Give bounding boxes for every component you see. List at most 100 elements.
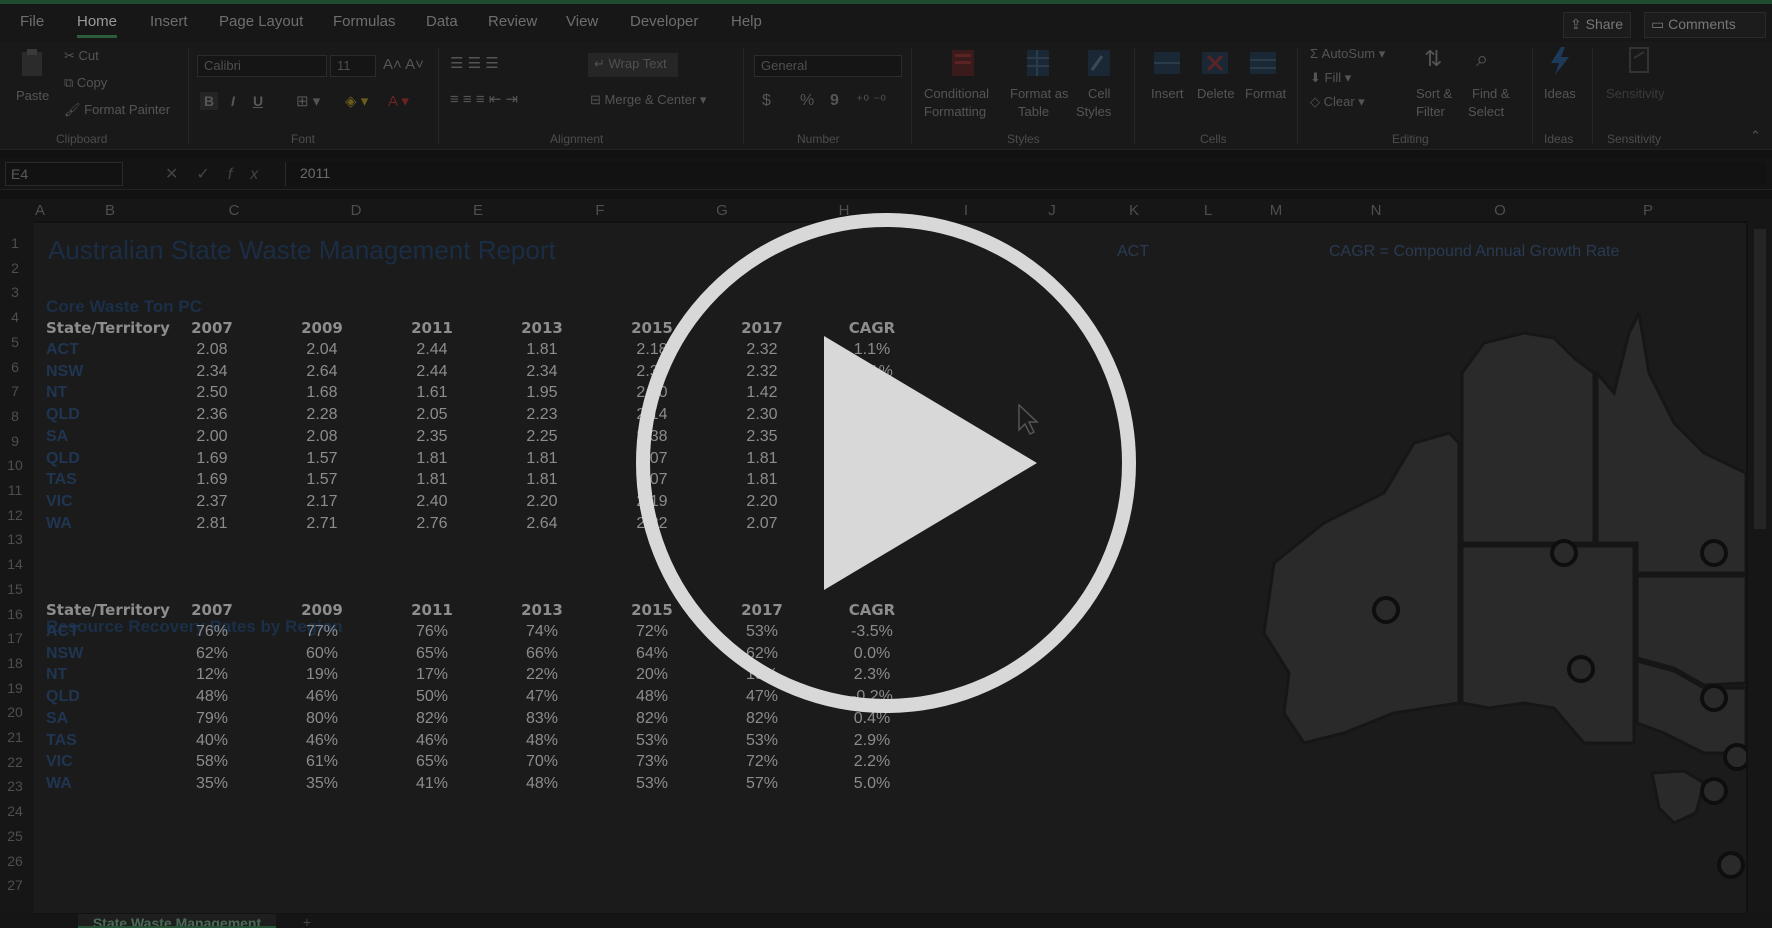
- number-format-select[interactable]: General: [754, 55, 902, 77]
- delete-cells-label[interactable]: Delete: [1197, 86, 1235, 101]
- table-header-cell[interactable]: 2013: [502, 319, 582, 337]
- value-cell[interactable]: 41%: [392, 775, 472, 793]
- tab-insert[interactable]: Insert: [150, 13, 188, 30]
- sa-region[interactable]: [1460, 544, 1636, 745]
- cell-label[interactable]: Cell: [1088, 86, 1110, 101]
- column-header[interactable]: D: [326, 202, 386, 219]
- conditional-formatting-icon[interactable]: [946, 48, 980, 78]
- value-cell[interactable]: 82%: [722, 710, 802, 728]
- delete-cells-icon[interactable]: [1198, 48, 1232, 78]
- value-cell[interactable]: 1.57: [282, 450, 362, 468]
- row-header[interactable]: 24: [0, 803, 30, 819]
- value-cell[interactable]: 46%: [282, 688, 362, 706]
- tab-home[interactable]: Home: [77, 13, 118, 38]
- value-cell[interactable]: 1.61: [392, 384, 472, 402]
- value-cell[interactable]: 1.81: [502, 471, 582, 489]
- value-cell[interactable]: 2.37: [172, 493, 252, 511]
- value-cell[interactable]: 2.50: [172, 384, 252, 402]
- grow-font-icon[interactable]: A˄ A˅: [383, 56, 424, 73]
- value-cell[interactable]: 2.17: [282, 493, 362, 511]
- value-cell[interactable]: 2.71: [282, 515, 362, 533]
- wa-map-marker[interactable]: [1372, 596, 1400, 624]
- value-cell[interactable]: 2.34: [502, 363, 582, 381]
- value-cell[interactable]: 2.00: [172, 428, 252, 446]
- state-name-cell[interactable]: NT: [46, 384, 67, 402]
- row-header[interactable]: 1: [0, 235, 30, 251]
- column-header[interactable]: M: [1246, 202, 1306, 219]
- row-header[interactable]: 8: [0, 408, 30, 424]
- italic-button[interactable]: I: [224, 92, 242, 110]
- row-header[interactable]: 23: [0, 778, 30, 794]
- row-header[interactable]: 11: [0, 482, 30, 498]
- value-cell[interactable]: 48%: [502, 775, 582, 793]
- value-cell[interactable]: 2.36: [172, 406, 252, 424]
- value-cell[interactable]: 46%: [282, 732, 362, 750]
- value-cell[interactable]: 22%: [502, 666, 582, 684]
- column-header[interactable]: O: [1470, 202, 1530, 219]
- table-header-cell[interactable]: 2009: [282, 601, 362, 619]
- percent-button[interactable]: %: [800, 92, 814, 110]
- sort-filter-icon[interactable]: ⇅: [1424, 46, 1442, 72]
- value-cell[interactable]: 77%: [282, 623, 362, 641]
- formula-input[interactable]: 2011: [285, 162, 1766, 186]
- format-cells-icon[interactable]: [1246, 48, 1280, 78]
- value-cell[interactable]: 58%: [172, 753, 252, 771]
- nt-region[interactable]: [1460, 331, 1596, 545]
- state-name-cell[interactable]: NT: [46, 666, 67, 684]
- value-cell[interactable]: 53%: [722, 732, 802, 750]
- format-cells-label[interactable]: Format: [1245, 86, 1286, 101]
- currency-button[interactable]: $: [762, 92, 771, 110]
- underline-button[interactable]: U: [249, 92, 267, 110]
- value-cell[interactable]: 1.69: [172, 450, 252, 468]
- state-name-cell[interactable]: WA: [46, 515, 72, 533]
- column-header[interactable]: P: [1618, 202, 1678, 219]
- borders-icon[interactable]: ⊞ ▾: [296, 92, 320, 110]
- value-cell[interactable]: 70%: [502, 753, 582, 771]
- value-cell[interactable]: 47%: [502, 688, 582, 706]
- row-header[interactable]: 21: [0, 729, 30, 745]
- value-cell[interactable]: 82%: [392, 710, 472, 728]
- value-cell[interactable]: 76%: [172, 623, 252, 641]
- value-cell[interactable]: 40%: [172, 732, 252, 750]
- value-cell[interactable]: 1.81: [392, 471, 472, 489]
- row-header[interactable]: 13: [0, 531, 30, 547]
- tab-file[interactable]: File: [20, 13, 44, 30]
- value-cell[interactable]: 1.68: [282, 384, 362, 402]
- qld-region[interactable]: [1595, 313, 1746, 575]
- value-cell[interactable]: 35%: [172, 775, 252, 793]
- table-label[interactable]: Table: [1018, 104, 1049, 119]
- sheet-tab-state-waste[interactable]: State Waste Management: [78, 914, 276, 928]
- value-cell[interactable]: 2.08: [282, 428, 362, 446]
- ideas-button-label[interactable]: Ideas: [1544, 86, 1576, 101]
- value-cell[interactable]: 48%: [612, 688, 692, 706]
- table-header-cell[interactable]: 2011: [392, 601, 472, 619]
- value-cell[interactable]: 2.44: [392, 363, 472, 381]
- state-name-cell[interactable]: TAS: [46, 471, 77, 489]
- sa-map-marker[interactable]: [1567, 655, 1595, 683]
- cell-styles-label[interactable]: Styles: [1076, 104, 1111, 119]
- value-cell[interactable]: 2.81: [172, 515, 252, 533]
- find-select-icon[interactable]: ⌕: [1476, 46, 1488, 72]
- tab-page-layout[interactable]: Page Layout: [219, 13, 303, 30]
- value-cell[interactable]: 48%: [172, 688, 252, 706]
- insert-function-icon[interactable]: fx: [228, 166, 276, 183]
- vic-map-marker[interactable]: [1700, 777, 1728, 805]
- table-header-cell[interactable]: 2011: [392, 319, 472, 337]
- tab-developer[interactable]: Developer: [630, 13, 698, 30]
- table-header-cell[interactable]: 2009: [282, 319, 362, 337]
- wa-region[interactable]: [1262, 431, 1461, 745]
- select-label[interactable]: Select: [1468, 104, 1504, 119]
- state-name-cell[interactable]: QLD: [46, 406, 80, 424]
- row-header[interactable]: 25: [0, 828, 30, 844]
- filter-label[interactable]: Filter: [1416, 104, 1445, 119]
- column-header[interactable]: N: [1346, 202, 1406, 219]
- fill-color-icon[interactable]: ◈ ▾: [345, 92, 368, 110]
- wrap-text-button[interactable]: ↵ Wrap Text: [588, 53, 678, 77]
- state-name-cell[interactable]: NSW: [46, 363, 83, 381]
- row-header[interactable]: 16: [0, 606, 30, 622]
- table-header-cell[interactable]: State/Territory: [46, 601, 170, 619]
- state-name-cell[interactable]: TAS: [46, 732, 77, 750]
- value-cell[interactable]: 72%: [612, 623, 692, 641]
- value-cell[interactable]: 76%: [392, 623, 472, 641]
- left-align-icon[interactable]: ≡ ≡ ≡ ⇤ ⇥: [450, 90, 518, 108]
